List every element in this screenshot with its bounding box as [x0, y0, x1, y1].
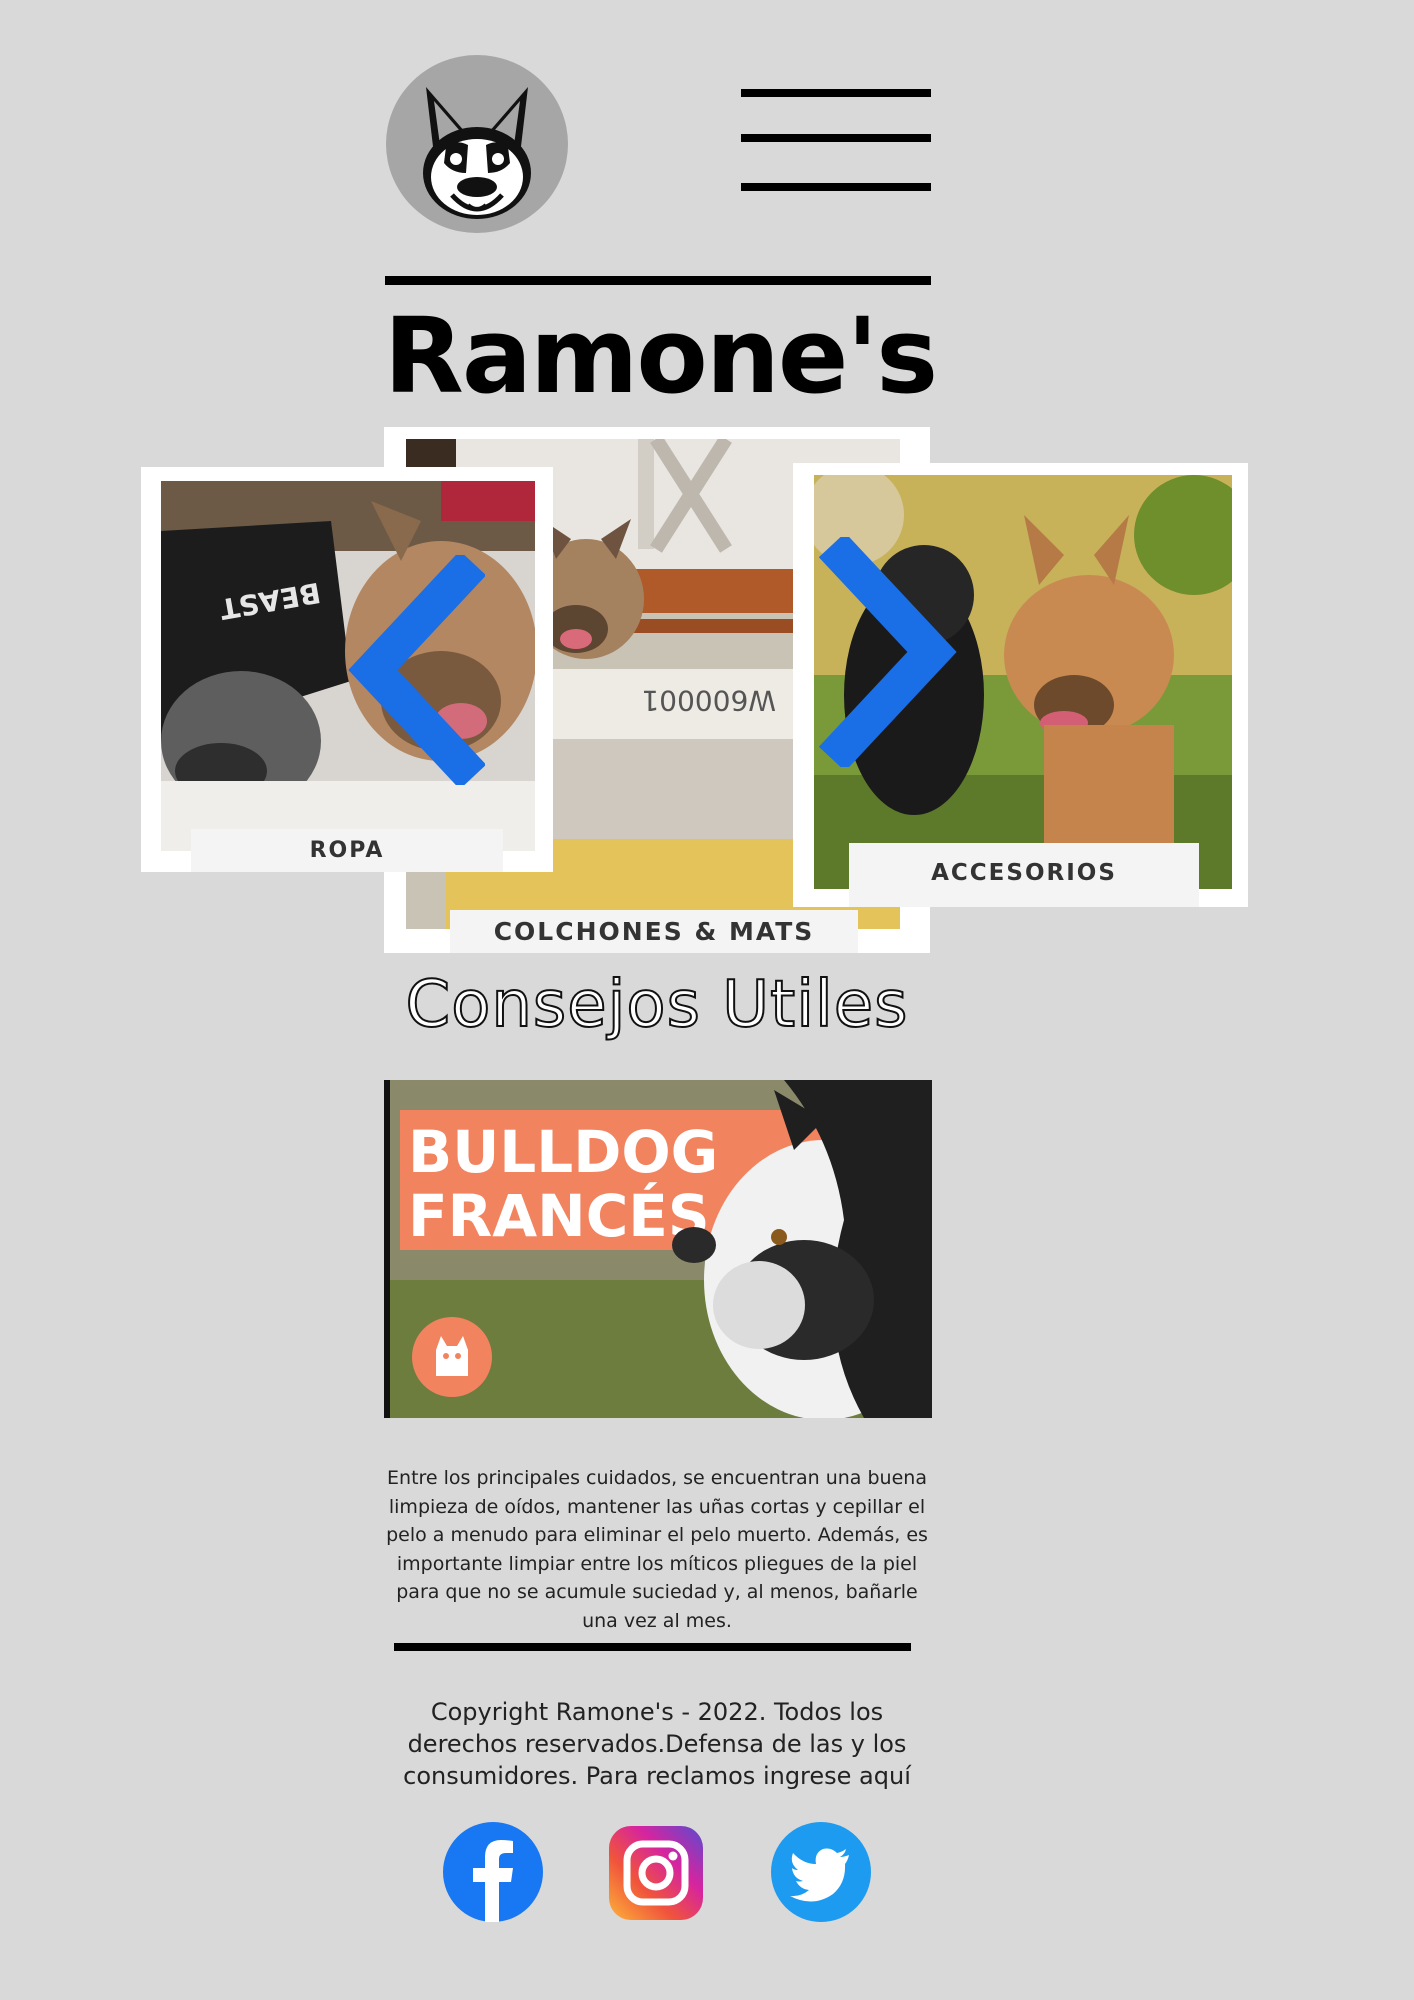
chevron-left-icon: [348, 550, 487, 790]
section-title: Consejos Utiles: [405, 967, 909, 1043]
instagram-link[interactable]: [609, 1826, 703, 1920]
instagram-icon: [609, 1826, 703, 1920]
video-title-line1: BULLDOG: [408, 1118, 718, 1186]
cat-icon: [412, 1317, 492, 1397]
twitter-icon: [771, 1822, 871, 1922]
divider: [394, 1643, 911, 1651]
logo[interactable]: [386, 55, 568, 233]
slide-label: ROPA: [191, 829, 503, 872]
facebook-link[interactable]: [443, 1822, 543, 1922]
facebook-icon: [443, 1822, 543, 1922]
chevron-right-icon: [818, 532, 957, 772]
carousel-prev-button[interactable]: [345, 550, 487, 790]
divider: [385, 276, 931, 285]
sign-text: W600001: [641, 684, 776, 717]
slide-label: COLCHONES & MATS: [450, 910, 858, 953]
carousel-next-button[interactable]: [818, 532, 958, 772]
french-bulldog-head-icon: [423, 87, 531, 219]
brand-title: Ramone's: [383, 295, 938, 417]
copyright-text[interactable]: Copyright Ramone's - 2022. Todos los der…: [380, 1696, 934, 1792]
video-title-line2: FRANCÉS: [408, 1181, 710, 1250]
hamburger-menu-icon[interactable]: [741, 86, 931, 196]
slide-label: ACCESORIOS: [849, 843, 1199, 907]
video-thumbnail[interactable]: BULLDOG FRANCÉS: [384, 1080, 932, 1418]
tip-paragraph: Entre los principales cuidados, se encue…: [386, 1467, 928, 1632]
twitter-link[interactable]: [771, 1822, 871, 1922]
